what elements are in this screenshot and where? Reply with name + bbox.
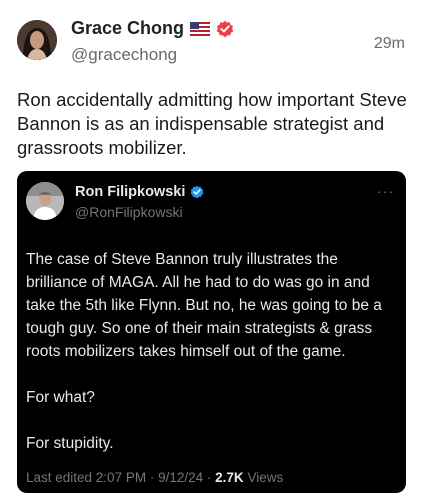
post-header: Grace Chong @gracechong 29m xyxy=(0,0,423,80)
post-timestamp[interactable]: 29m xyxy=(374,35,405,53)
quoted-display-name[interactable]: Ron Filipkowski xyxy=(75,184,185,200)
quoted-paragraph: The case of Steve Bannon truly illustrat… xyxy=(26,251,382,360)
quoted-avatar-image xyxy=(26,182,64,220)
author-name-row: Grace Chong xyxy=(71,18,234,39)
us-flag-icon xyxy=(190,21,211,36)
author-avatar[interactable] xyxy=(17,20,57,60)
quoted-paragraph: For what? xyxy=(26,389,95,406)
quoted-paragraph: For stupidity. xyxy=(26,435,114,452)
quoted-post-body: The case of Steve Bannon truly illustrat… xyxy=(26,248,398,478)
author-handle[interactable]: @gracechong xyxy=(71,45,177,65)
last-edited-text[interactable]: Last edited 2:07 PM · 9/12/24 · xyxy=(26,470,211,485)
views-count: 2.7K xyxy=(215,470,244,485)
quoted-author-avatar[interactable] xyxy=(26,182,64,220)
quoted-post-footer: Last edited 2:07 PM · 9/12/24 · 2.7K Vie… xyxy=(26,470,283,485)
quoted-handle[interactable]: @RonFilipkowski xyxy=(75,204,183,220)
verified-badge-icon xyxy=(216,20,234,38)
post-text: Ron accidentally admitting how important… xyxy=(17,89,407,158)
more-horizontal-icon[interactable]: ··· xyxy=(377,183,394,199)
verified-badge-icon xyxy=(190,185,204,199)
author-display-name[interactable]: Grace Chong xyxy=(71,18,184,39)
quoted-name-row: Ron Filipkowski xyxy=(75,184,204,200)
views-label: Views xyxy=(247,470,284,485)
avatar-image xyxy=(17,20,57,60)
quoted-post[interactable]: Ron Filipkowski @RonFilipkowski ··· The … xyxy=(17,171,406,493)
